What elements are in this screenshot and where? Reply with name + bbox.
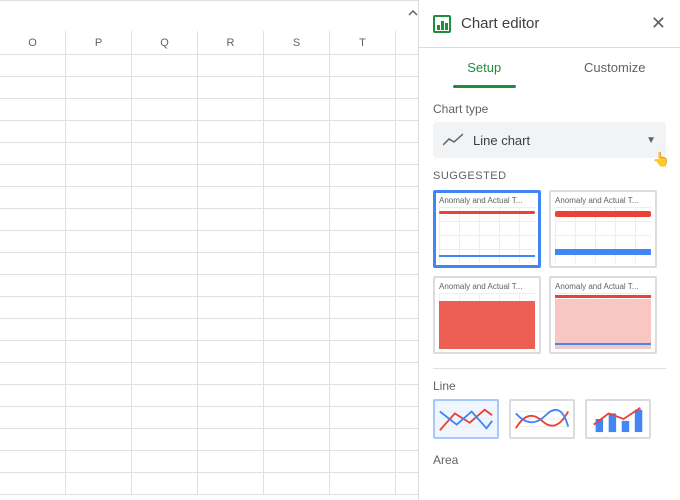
- column-headers: O P Q R S T: [0, 31, 420, 55]
- thumb-title: Anomaly and Actual T...: [555, 282, 651, 291]
- suggested-thumbnails: Anomaly and Actual T... Anomaly and Actu…: [433, 190, 666, 354]
- line-option-smooth[interactable]: [509, 399, 575, 439]
- chevron-down-icon: ▼: [646, 135, 656, 146]
- suggested-thumb-stacked[interactable]: Anomaly and Actual T...: [549, 276, 657, 354]
- close-icon[interactable]: ✕: [651, 13, 666, 34]
- chart-type-value: Line chart: [473, 133, 646, 148]
- panel-title: Chart editor: [461, 15, 651, 32]
- spreadsheet-grid[interactable]: O P Q R S T: [0, 0, 420, 500]
- editor-tabs: Setup Customize: [419, 48, 680, 88]
- line-section-label: Line: [433, 379, 666, 393]
- panel-body[interactable]: Chart type Line chart ▼ 👆 SUGGESTED Anom…: [419, 88, 680, 500]
- col-header[interactable]: S: [264, 31, 330, 54]
- col-header[interactable]: O: [0, 31, 66, 54]
- col-header[interactable]: T: [330, 31, 396, 54]
- chart-logo-icon: [433, 15, 451, 33]
- area-section-label: Area: [433, 453, 666, 467]
- suggested-thumb-area[interactable]: Anomaly and Actual T...: [433, 276, 541, 354]
- col-header[interactable]: R: [198, 31, 264, 54]
- chart-type-label: Chart type: [433, 102, 666, 116]
- col-header[interactable]: P: [66, 31, 132, 54]
- chart-type-select[interactable]: Line chart ▼ 👆: [433, 122, 666, 158]
- line-chart-icon: [443, 133, 463, 147]
- thumb-title: Anomaly and Actual T...: [439, 282, 535, 291]
- panel-header: Chart editor ✕: [419, 0, 680, 48]
- divider: [433, 368, 666, 369]
- thumb-title: Anomaly and Actual T...: [555, 196, 651, 205]
- line-options: [433, 399, 666, 439]
- tab-customize[interactable]: Customize: [550, 48, 680, 88]
- line-option-combo[interactable]: [585, 399, 651, 439]
- chart-editor-panel: Chart editor ✕ Setup Customize Chart typ…: [418, 0, 680, 500]
- thumb-title: Anomaly and Actual T...: [439, 196, 535, 205]
- suggested-thumb-line[interactable]: Anomaly and Actual T...: [433, 190, 541, 268]
- tab-setup[interactable]: Setup: [419, 48, 550, 88]
- line-option-basic[interactable]: [433, 399, 499, 439]
- suggested-label: SUGGESTED: [433, 170, 666, 182]
- cursor-icon: 👆: [653, 151, 670, 168]
- cell-rows[interactable]: [0, 55, 420, 495]
- suggested-thumb-smooth[interactable]: Anomaly and Actual T...: [549, 190, 657, 268]
- col-header[interactable]: Q: [132, 31, 198, 54]
